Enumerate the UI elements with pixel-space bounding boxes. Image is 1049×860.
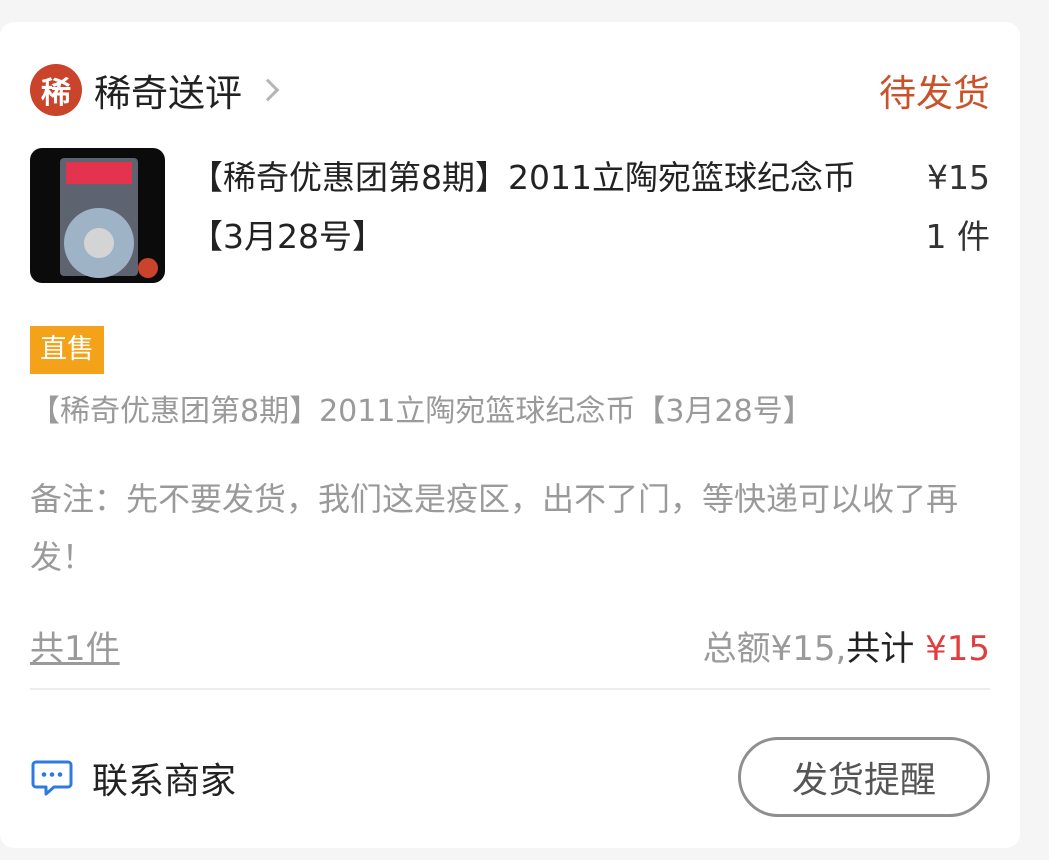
chat-icon [31, 760, 73, 796]
coin-center [84, 228, 114, 258]
seal-icon [138, 258, 158, 278]
shop-name[interactable]: 稀奇送评 [94, 63, 242, 117]
total-amount: 总额¥15, [702, 628, 847, 669]
shop-header[interactable]: 稀 稀奇送评 待发货 [30, 62, 990, 118]
contact-merchant-label: 联系商家 [92, 761, 237, 802]
item-count-link[interactable]: 共1件 [30, 621, 120, 670]
slab-label [66, 162, 132, 184]
total-value: ¥15 [925, 628, 990, 669]
order-remark: 备注：先不要发货，我们这是疫区，出不了门，等快递可以收了再发！ [30, 480, 959, 576]
shipping-reminder-button[interactable]: 发货提醒 [738, 737, 990, 817]
shop-logo: 稀 [30, 64, 82, 116]
product-title[interactable]: 【稀奇优惠团第8期】2011立陶宛篮球纪念币【3月28号】 [190, 148, 890, 266]
contact-merchant-button[interactable]: 联系商家 [30, 750, 236, 806]
order-summary: 共1件 总额¥15,共计 ¥15 [30, 618, 990, 672]
product-description: 【稀奇优惠团第8期】2011立陶宛篮球纪念币【3月28号】 [30, 394, 813, 429]
direct-sale-tag: 直售 [30, 326, 104, 374]
total-label: 共计 [846, 628, 915, 669]
order-card[interactable]: 稀 稀奇送评 待发货 【稀奇优惠团第8期】2011立陶宛篮球纪念币【3月28号】… [0, 22, 1020, 848]
divider [30, 688, 990, 690]
product-price: ¥15 [927, 158, 990, 197]
product-row[interactable]: 【稀奇优惠团第8期】2011立陶宛篮球纪念币【3月28号】 ¥15 1 件 [30, 148, 990, 288]
price-column: ¥15 1 件 [926, 148, 991, 266]
order-status: 待发货 [879, 72, 990, 115]
order-totals: 总额¥15,共计 ¥15 [703, 621, 990, 670]
product-quantity: 1 件 [925, 217, 991, 256]
product-thumbnail[interactable] [30, 148, 165, 283]
chevron-right-icon[interactable] [256, 78, 280, 102]
